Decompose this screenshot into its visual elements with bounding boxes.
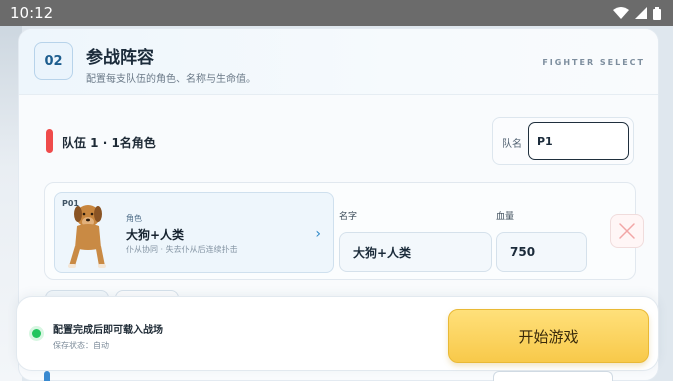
team-name-label: 队名	[502, 139, 522, 150]
panel-header: 02 参战阵容 配置每支队伍的角色、名称与生命值。 FIGHTER SELECT	[19, 29, 658, 95]
next-team-name-box	[493, 371, 613, 381]
step-badge: 02	[34, 42, 73, 80]
next-team-marker	[44, 371, 50, 381]
team-label: 队伍 1 · 1名角色	[62, 136, 156, 150]
ready-status-dot	[32, 329, 41, 338]
section-eyebrow: FIGHTER SELECT	[542, 58, 645, 67]
team-name-group: 队名	[492, 117, 634, 165]
fighter-row: P01 角色 大狗+人类 仆从协同 · 失去仆从后连续扑击 › 名字 大狗+人类	[44, 182, 644, 280]
clock: 10:12	[10, 4, 54, 22]
team-name-input[interactable]	[528, 122, 629, 160]
character-name: 大狗+人类	[126, 228, 185, 242]
character-description: 仆从协同 · 失去仆从后连续扑击	[126, 245, 238, 254]
close-icon	[619, 223, 635, 239]
character-select-card[interactable]: P01 角色 大狗+人类 仆从协同 · 失去仆从后连续扑击 ›	[54, 192, 334, 273]
page-title: 参战阵容	[86, 48, 154, 68]
hp-field[interactable]: 750	[496, 232, 587, 272]
bottom-action-bar: 配置完成后即可载入战场 保存状态：自动 开始游戏	[16, 296, 659, 371]
system-status-bar: 10:12	[0, 0, 673, 26]
hp-label: 血量	[496, 212, 515, 222]
team-color-marker	[46, 129, 53, 153]
signal-icon	[635, 7, 647, 19]
ready-status-text: 配置完成后即可载入战场	[53, 325, 163, 336]
remove-fighter-button[interactable]	[610, 214, 644, 248]
fighter-name-field[interactable]: 大狗+人类	[339, 232, 492, 272]
role-label: 角色	[126, 214, 142, 223]
fighter-name-label: 名字	[339, 212, 358, 222]
wifi-icon	[613, 7, 629, 19]
save-status-text: 保存状态：自动	[53, 341, 109, 350]
page-subtitle: 配置每支队伍的角色、名称与生命值。	[86, 74, 256, 85]
status-icons	[613, 6, 661, 20]
dog-character-portrait	[68, 205, 106, 268]
start-game-button[interactable]: 开始游戏	[448, 309, 649, 363]
battery-icon	[653, 6, 661, 20]
chevron-right-icon: ›	[315, 226, 321, 242]
